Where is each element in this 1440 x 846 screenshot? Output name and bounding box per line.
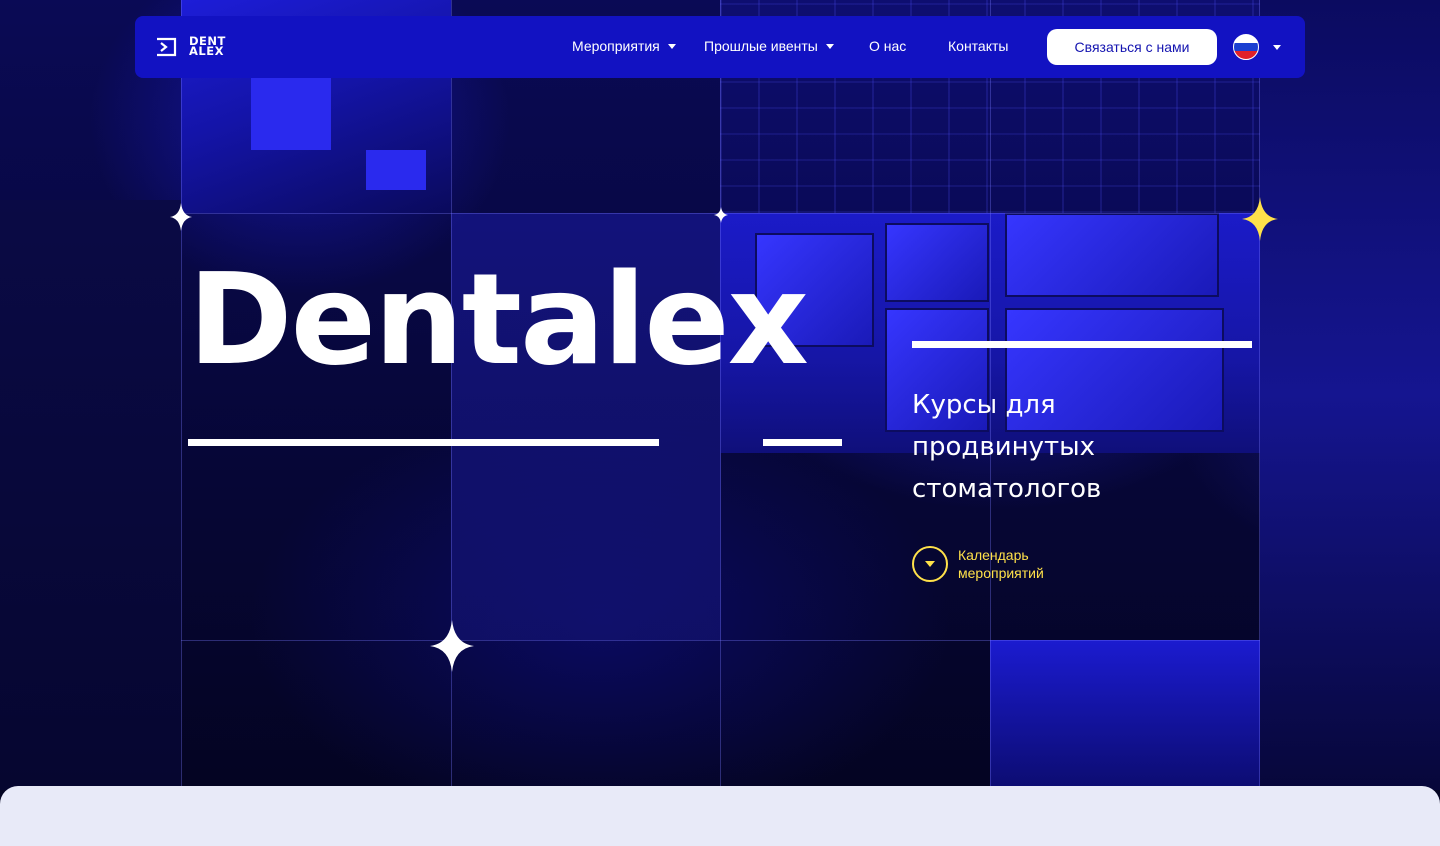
events-calendar-label: Календарь мероприятий	[958, 547, 1044, 581]
sparkle-yellow-icon	[1242, 197, 1278, 241]
background-photo-right	[1260, 0, 1440, 790]
grid-line	[181, 0, 182, 790]
sparkle-icon	[170, 203, 192, 231]
grid-line	[181, 640, 1260, 641]
grid-line	[1259, 0, 1260, 790]
background-photo-audience-left	[0, 200, 181, 790]
russian-flag-icon	[1233, 34, 1259, 60]
nav-item-label: Прошлые ивенты	[704, 38, 818, 54]
nav-item-label: Контакты	[948, 38, 1009, 54]
nav-item-events[interactable]: Мероприятия	[572, 37, 676, 55]
nav-item-label: О нас	[869, 38, 907, 54]
decorative-underline	[188, 439, 659, 446]
next-section-panel	[0, 786, 1440, 846]
hero-subtitle: Курсы для продвинутых стоматологов	[912, 390, 1102, 504]
language-selector[interactable]	[1233, 32, 1289, 62]
background-photo-speaker	[990, 640, 1260, 790]
nav-item-label: Мероприятия	[572, 38, 660, 54]
decorative-underline	[763, 439, 842, 446]
chevron-down-icon	[825, 43, 834, 49]
nav-item-about[interactable]: О нас	[869, 37, 906, 55]
logo[interactable]: DENT ALEX	[155, 34, 250, 60]
logo-wordmark: DENT ALEX	[189, 35, 226, 58]
hero-title: Dentalex	[188, 246, 809, 393]
chevron-down-circle-icon	[912, 546, 948, 582]
chevron-down-icon	[1273, 44, 1281, 50]
decorative-underline	[912, 341, 1252, 348]
logo-text-line: ALEX	[189, 44, 224, 58]
hero-section: Dentalex Курсы для продвинутых стоматоло…	[0, 0, 1440, 821]
nav-item-past-events[interactable]: Прошлые ивенты	[704, 37, 834, 55]
sparkle-icon	[430, 620, 474, 672]
logo-mark-icon	[157, 37, 177, 57]
sparkle-icon	[714, 207, 728, 223]
nav-item-contacts[interactable]: Контакты	[948, 37, 1008, 55]
events-calendar-link[interactable]: Календарь мероприятий	[912, 546, 1068, 582]
contact-us-button[interactable]: Связаться с нами	[1047, 29, 1217, 65]
site-header: DENT ALEX Мероприятия Прошлые ивенты О н…	[135, 16, 1305, 78]
chevron-down-icon	[667, 43, 676, 49]
